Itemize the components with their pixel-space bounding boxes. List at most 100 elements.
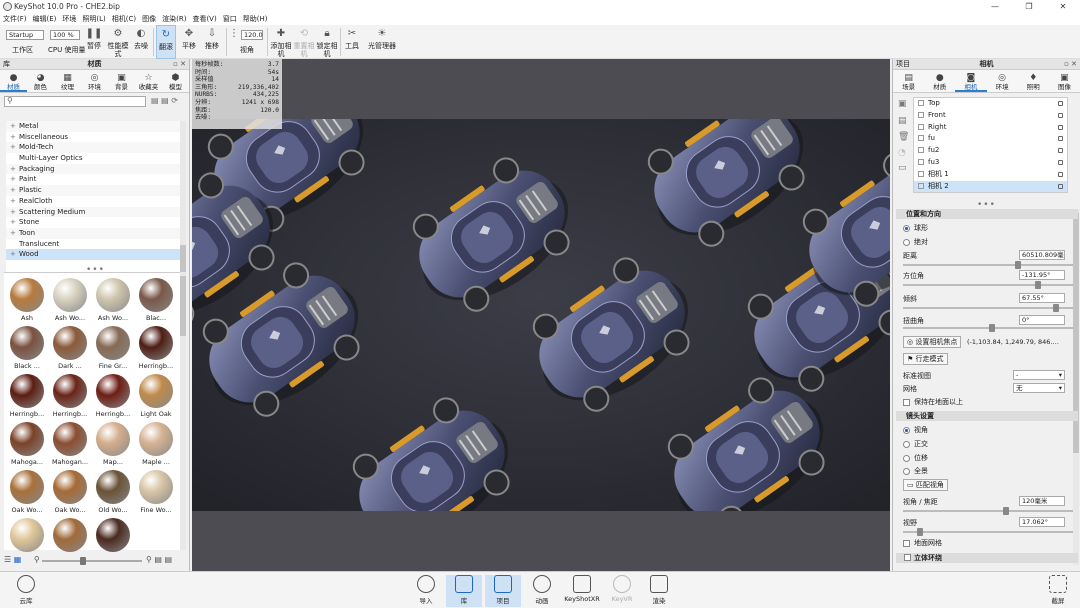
tab-models[interactable]: ⬢ 模型: [162, 70, 189, 92]
material-swatch[interactable]: Oak Wo...: [49, 467, 91, 514]
tree-item[interactable]: + RealCloth: [6, 196, 180, 207]
camera-settings-icon[interactable]: ◔: [898, 148, 908, 158]
inclination-field[interactable]: 67.55°: [1019, 293, 1065, 303]
material-swatch[interactable]: Light Oak: [135, 371, 177, 418]
material-swatch[interactable]: Dark ...: [49, 323, 91, 370]
lock-icon[interactable]: [1058, 136, 1063, 142]
field-of-view-slider[interactable]: [903, 528, 1073, 536]
lock-icon[interactable]: [1058, 101, 1063, 106]
tree-item[interactable]: + Mold-Tech: [6, 142, 180, 154]
save-camera-icon[interactable]: ▭: [898, 163, 908, 173]
material-swatch[interactable]: Ash: [6, 275, 48, 322]
material-swatch[interactable]: Herringb...: [92, 371, 134, 418]
lock-camera-button[interactable]: 🔒︎ 锁定相机: [316, 25, 338, 59]
close-button[interactable]: ✕: [1046, 0, 1080, 13]
menu-help[interactable]: 帮助(H): [243, 14, 268, 24]
camera-list-item[interactable]: 相机 2: [914, 180, 1067, 193]
pan-button[interactable]: ✥ 平移: [179, 25, 199, 59]
lock-icon[interactable]: [1058, 148, 1063, 154]
distance-slider[interactable]: [903, 261, 1073, 269]
menu-camera[interactable]: 相机(C): [112, 14, 136, 24]
cloud-library-button[interactable]: 云库: [8, 575, 44, 607]
lens-settings-section[interactable]: 镜头设置: [896, 411, 1078, 421]
tree-item[interactable]: + Metal: [6, 121, 180, 132]
material-swatch[interactable]: [49, 515, 91, 554]
expand-icon[interactable]: +: [10, 185, 19, 196]
camera-list-item[interactable]: 相机 1: [914, 169, 1067, 181]
radio-perspective[interactable]: 视角: [903, 425, 928, 435]
tree-item[interactable]: Multi-Layer Optics: [6, 153, 180, 164]
workspace-select[interactable]: Startup: [6, 30, 44, 40]
camera-list-item[interactable]: Top: [914, 98, 1067, 110]
tree-item[interactable]: + Toon: [6, 227, 180, 239]
keyvr-button[interactable]: KeyVR: [604, 575, 640, 607]
expand-icon[interactable]: +: [10, 164, 19, 175]
fov-input[interactable]: 120.0: [241, 30, 263, 40]
light-manager-button[interactable]: ☀ 光管理器: [366, 25, 398, 59]
tree-item[interactable]: + Stone: [6, 217, 180, 228]
camera-list-item[interactable]: fu2: [914, 145, 1067, 157]
walk-mode-button[interactable]: ⚑ 行走模式: [903, 353, 948, 365]
cpu-usage-select[interactable]: 100 %: [50, 30, 80, 40]
tree-item[interactable]: + Scattering Medium: [6, 206, 180, 218]
radio-absolute[interactable]: 绝对: [903, 237, 928, 247]
material-swatch[interactable]: Ash Wo...: [92, 275, 134, 322]
panel-float-close-icon[interactable]: ▫ ✕: [1064, 59, 1077, 70]
material-swatch[interactable]: Ash Wo...: [49, 275, 91, 322]
camera-list-item[interactable]: fu3: [914, 157, 1067, 169]
reset-camera-button[interactable]: ⟲ 重置相机: [293, 25, 315, 59]
fov-slider-icon[interactable]: ⋮: [229, 25, 239, 59]
tree-item[interactable]: + Paint: [6, 174, 180, 185]
azimuth-slider[interactable]: [903, 281, 1073, 289]
lock-icon[interactable]: [1058, 124, 1063, 130]
pause-button[interactable]: ❚❚ 暂停: [84, 25, 104, 59]
material-swatch[interactable]: Mahoga...: [6, 419, 48, 466]
stereo-checkbox[interactable]: [904, 554, 911, 561]
menu-lighting[interactable]: 照明(L): [82, 14, 105, 24]
expand-icon[interactable]: +: [10, 142, 19, 153]
panel-float-close-icon[interactable]: ▫ ✕: [173, 59, 186, 70]
match-perspective-button[interactable]: ▭ 匹配视角: [903, 479, 948, 491]
tab-environment[interactable]: ◎ 环境: [987, 70, 1018, 92]
tree-item[interactable]: + Miscellaneous: [6, 132, 180, 143]
swatch-scrollbar[interactable]: [180, 272, 186, 550]
lock-icon[interactable]: [1058, 171, 1063, 177]
tree-item[interactable]: + Packaging: [6, 163, 180, 175]
material-swatch[interactable]: Old Wo...: [92, 467, 134, 514]
import-button[interactable]: 导入: [408, 575, 444, 607]
grid-select[interactable]: 无 ▾: [1013, 383, 1065, 393]
menu-render[interactable]: 渲染(R): [162, 14, 186, 24]
lock-icon[interactable]: [1058, 112, 1063, 118]
material-swatch[interactable]: Fine Wo...: [135, 467, 177, 514]
dolly-button[interactable]: ⇩ 推移: [202, 25, 222, 59]
ground-grid-checkbox[interactable]: 地面网格: [903, 538, 942, 548]
material-swatch[interactable]: Mahogan...: [49, 419, 91, 466]
delete-camera-icon[interactable]: 🗑︎: [898, 132, 909, 142]
tab-camera[interactable]: ◙ 相机: [955, 70, 987, 92]
expand-icon[interactable]: +: [10, 132, 19, 143]
tumble-button[interactable]: ↻ 翻滚: [156, 25, 176, 59]
library-button[interactable]: 库: [446, 575, 482, 607]
keyshotxr-button[interactable]: KeyShotXR: [562, 575, 602, 607]
twist-field[interactable]: 0°: [1019, 315, 1065, 325]
add-camera-button[interactable]: ✚ 添加相机: [270, 25, 292, 59]
add-camera-icon[interactable]: ▣: [898, 99, 908, 109]
material-swatch[interactable]: [6, 515, 48, 554]
menu-file[interactable]: 文件(F): [3, 14, 27, 24]
material-swatch[interactable]: [92, 515, 134, 554]
expand-icon[interactable]: +: [10, 196, 19, 207]
thumbnail-size-slider[interactable]: [42, 557, 142, 565]
tab-scene[interactable]: ▤ 场景: [893, 70, 924, 92]
material-swatch[interactable]: Blac...: [135, 275, 177, 322]
tools-button[interactable]: ✂ 工具: [342, 25, 362, 59]
expand-icon[interactable]: +: [10, 174, 19, 185]
distance-field[interactable]: 60510.809毫米: [1019, 250, 1065, 260]
menu-view[interactable]: 查看(V): [192, 14, 216, 24]
tab-backplates[interactable]: ▣ 背景: [108, 70, 135, 92]
duplicate-camera-icon[interactable]: ▤: [898, 116, 908, 126]
radio-panoramic[interactable]: 全景: [903, 466, 928, 476]
list-view-icon[interactable]: ☰: [4, 555, 11, 564]
radio-orthographic[interactable]: 正交: [903, 439, 928, 449]
standard-view-select[interactable]: - ▾: [1013, 370, 1065, 380]
library-footer-icons[interactable]: ⚲ ▤ ▤: [146, 555, 172, 564]
